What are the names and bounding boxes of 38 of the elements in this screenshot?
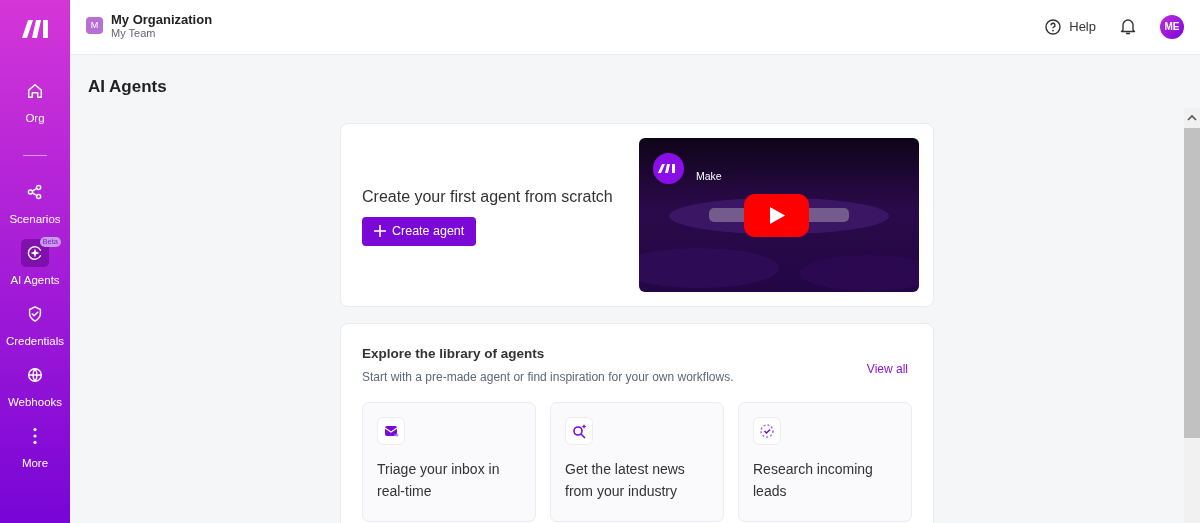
shield-check-icon [26,305,44,323]
logo-icon[interactable] [22,18,48,39]
play-icon[interactable] [744,194,809,238]
search-sparkle-icon [570,422,588,441]
agent-title: Triage your inbox in real-time [377,460,501,502]
agent-card[interactable]: Research incoming leads [738,402,912,523]
view-all-link[interactable]: View all [866,360,908,379]
card-heading: Create your first agent from scratch [362,186,614,207]
help-button[interactable]: Help [1045,17,1096,37]
org-avatar: M [86,17,103,35]
agent-title: Research incoming leads [753,460,874,502]
bell-icon[interactable] [1120,18,1136,36]
help-icon [1045,18,1062,35]
user-avatar[interactable]: ME [1160,14,1184,39]
sidebar-item[interactable]: Webhooks [0,361,70,422]
sidebar-item[interactable]: More [0,422,70,483]
video-player[interactable]: Make [639,138,919,293]
agent-card[interactable]: Get the latest news from your industry [550,402,724,523]
page-title: AI Agents [88,75,168,98]
sidebar-item[interactable]: Org [0,77,70,138]
channel-name: Make [696,169,722,185]
home-icon [26,82,44,100]
create-agent-button[interactable]: Create agent [362,216,477,246]
globe-icon [26,366,44,384]
sidebar-item[interactable]: Scenarios [0,178,70,239]
team-name: My Team [111,27,157,41]
agent-card[interactable]: Triage your inbox in real-time [362,402,536,523]
org-name[interactable]: My Organization [111,13,213,28]
sidebar-item[interactable]: Credentials [0,300,70,361]
plus-icon [374,225,386,238]
section-subtitle: Start with a pre-made agent or find inspiration for your own workflows. [362,369,734,387]
check-circle-icon [758,422,776,441]
agent-title: Get the latest news from your industry [565,460,686,502]
sparkle-icon [26,244,44,262]
section-heading: Explore the library of agents [362,345,546,364]
more-icon [33,428,37,444]
scrollbar-thumb[interactable] [1184,127,1200,438]
share-icon [26,183,44,201]
